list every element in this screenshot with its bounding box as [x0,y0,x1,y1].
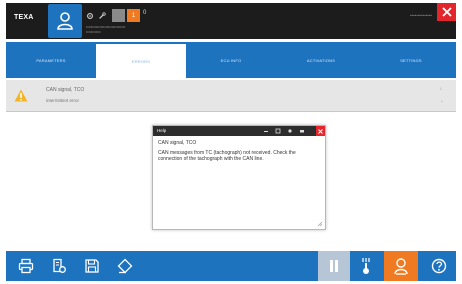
help-dialog-title-bar[interactable]: Help [153,126,325,136]
help-dialog-title: Help [157,128,167,133]
bottom-toolbar [6,251,456,281]
user-icon [57,12,73,30]
scan-button[interactable] [350,251,382,281]
help-heading: CAN signal, TCO [158,140,197,146]
help-dialog: Help CAN signal, TCO CAN messages from T… [152,125,326,230]
alert-indicator[interactable]: 1 [127,9,140,22]
technician-icon [394,258,408,275]
top-bar: TEXA 1 0 •••••••••••••••••••••••••••••••… [6,3,456,39]
error-count: 1 [439,86,442,91]
tab-settings[interactable]: SETTINGS [366,42,456,78]
vehicle-indicator[interactable] [112,9,125,22]
tab-activations[interactable]: ACTIVATIONS [276,42,366,78]
save-button[interactable] [82,256,102,276]
gear-icon[interactable] [86,12,94,20]
app-window: TEXA 1 0 •••••••••••••••••••••••••••••••… [6,3,456,281]
session-info: •••••••••••••• [409,13,432,18]
alert-indicator-count: 1 [131,12,136,19]
wrench-icon[interactable] [98,12,106,20]
print-icon [18,258,34,274]
pin-icon[interactable] [287,128,293,134]
resize-handle-icon[interactable] [317,221,323,227]
help-icon [431,258,447,274]
vehicle-info-line-1: •••••••••••••••••••••••••••••••• [86,25,126,29]
report-icon [53,258,66,273]
close-icon [441,7,452,17]
help-dialog-body: CAN signal, TCO CAN messages from TC (ta… [153,137,325,229]
status-counter: 0 [143,10,147,16]
print-help-icon[interactable] [299,128,305,134]
report-button[interactable] [49,256,69,276]
error-status: intermittent error [46,98,80,103]
help-close-button[interactable] [316,126,325,136]
user-button[interactable] [48,4,82,38]
technician-button[interactable] [384,251,418,281]
pause-icon [330,260,338,272]
help-button[interactable] [424,251,454,281]
print-button[interactable] [16,256,36,276]
warning-icon [14,89,28,102]
restore-icon[interactable] [275,128,281,134]
minimize-icon[interactable] [263,128,269,134]
tab-errors[interactable]: ERRORS [96,42,186,78]
error-list-item[interactable]: CAN signal, TCO intermittent error 1 ⌄ [6,80,456,112]
tab-ecu-info[interactable]: ECU INFO [186,42,276,78]
help-description: CAN messages from TC (tachograph) not re… [158,150,296,162]
brand-logo: TEXA [14,14,34,21]
error-title: CAN signal, TCO [46,87,85,93]
scan-icon [362,258,370,274]
close-icon [318,128,323,134]
chevron-down-icon[interactable]: ⌄ [440,98,444,104]
tab-bar: PARAMETERS ERRORS ECU INFO ACTIVATIONS S… [6,42,456,78]
erase-icon [117,258,133,274]
erase-button[interactable] [115,256,135,276]
vehicle-info-line-2: •••••••••••• [86,30,101,34]
close-button[interactable] [437,3,456,21]
pause-button[interactable] [318,251,350,281]
save-icon [85,259,99,273]
tab-parameters[interactable]: PARAMETERS [6,42,96,78]
